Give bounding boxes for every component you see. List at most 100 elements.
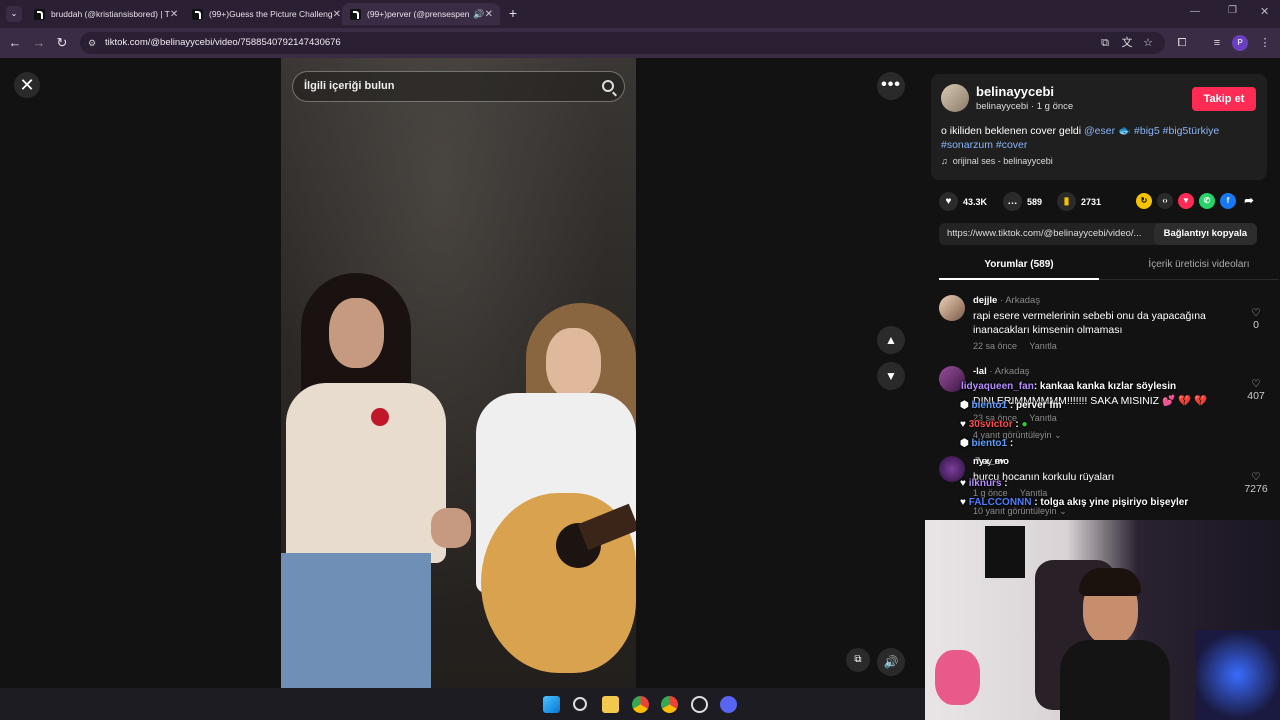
poster-frame [983, 524, 1027, 580]
minimize-icon[interactable]: — [1190, 6, 1200, 17]
more-options-button[interactable]: ••• [877, 72, 905, 100]
chrome-icon[interactable] [632, 696, 649, 713]
share-arrow-icon[interactable]: ➦ [1241, 193, 1257, 209]
reading-list-icon[interactable]: ≡ [1209, 35, 1225, 51]
comment-like[interactable]: ♡ 0 [1243, 307, 1269, 331]
chat-message: : tolga akış yine pişiriyo bişeyler [1034, 497, 1189, 508]
chat-emote-icon: ● [1021, 419, 1028, 430]
commenter-name[interactable]: -lal · Arkadaş [973, 366, 1030, 377]
neon-light [1195, 630, 1280, 720]
discord-icon[interactable] [720, 696, 737, 713]
like-button[interactable]: ♥ 43.3K [939, 192, 987, 211]
chat-user: 30svictor [968, 419, 1013, 430]
heart-outline-icon: ♡ [1251, 307, 1261, 319]
commenter-name[interactable]: dejjle · Arkadaş [973, 295, 1040, 306]
chat-user: ilknurs [968, 478, 1002, 489]
browser-tab-1[interactable]: bruddah (@kristiansisbored) | T ✕ [26, 3, 182, 25]
caption-emoji: 🐟 [1118, 125, 1132, 137]
reply-button[interactable]: Yanıtla [1029, 341, 1056, 351]
mention-link[interactable]: @eser [1084, 125, 1115, 137]
chrome-active-icon[interactable] [661, 696, 678, 713]
bookmark-star-icon[interactable]: ☆ [1140, 35, 1156, 51]
chat-badge-icon: ♥ [960, 497, 966, 508]
hashtag-link[interactable]: #big5 [1134, 125, 1160, 137]
chat-message: : [1015, 419, 1019, 430]
close-window-icon[interactable]: ✕ [1260, 5, 1269, 18]
extensions-icon[interactable]: ⧠ [1174, 35, 1190, 51]
floating-player-button[interactable]: ⧉ [846, 648, 870, 672]
repost-icon[interactable]: ↻ [1136, 193, 1152, 209]
menu-icon[interactable]: ⋮ [1257, 35, 1273, 51]
chat-user: FALCCONNN [968, 497, 1032, 508]
tab-creator-videos[interactable]: İçerik üreticisi videoları [1119, 254, 1279, 280]
hashtag-link[interactable]: #sonarzum [941, 139, 993, 151]
follow-button[interactable]: Takip et [1192, 87, 1256, 111]
heart-outline-icon: ♡ [1251, 471, 1261, 483]
author-card: belinayycebi belinayycebi · 1 g önce Tak… [931, 74, 1267, 180]
browser-tab-bar: ⌄ bruddah (@kristiansisbored) | T ✕ (99+… [0, 0, 1280, 28]
back-icon[interactable]: ← [6, 34, 24, 52]
copy-link-button[interactable]: Bağlantıyı kopyala [1153, 223, 1257, 245]
heart-icon: ♥ [939, 192, 958, 211]
search-icon[interactable] [573, 697, 587, 711]
video-search-input[interactable]: İlgili içeriği bulun [292, 71, 625, 102]
search-icon[interactable] [602, 80, 614, 92]
close-tab-icon[interactable]: ✕ [333, 9, 340, 20]
whatsapp-icon[interactable]: ✆ [1199, 193, 1215, 209]
hashtag-link[interactable]: #big5türkiye [1163, 125, 1220, 137]
close-video-button[interactable]: ✕ [14, 72, 40, 98]
translate-icon[interactable]: 文 [1119, 35, 1135, 51]
author-avatar[interactable] [941, 84, 969, 112]
music-note-icon: ♫ [941, 156, 948, 166]
bookmark-icon: ▮ [1057, 192, 1076, 211]
close-tab-icon[interactable]: ✕ [170, 9, 178, 20]
reply-button[interactable]: Yanıtla [1029, 413, 1056, 423]
windows-start-icon[interactable] [543, 696, 560, 713]
close-tab-icon[interactable]: ✕ [485, 9, 493, 20]
tab-comments[interactable]: Yorumlar (589) [939, 254, 1099, 280]
comment-text: rapi esere vermelerinin sebebi onu da ya… [973, 310, 1206, 336]
embed-icon[interactable]: ‹› [1157, 193, 1173, 209]
tab-title: bruddah (@kristiansisbored) | T [51, 9, 170, 19]
forward-icon[interactable]: → [30, 34, 48, 52]
file-explorer-icon[interactable] [602, 696, 619, 713]
sound-link[interactable]: ♫ orijinal ses - belinayycebi [941, 156, 1053, 166]
new-tab-button[interactable]: + [504, 4, 522, 22]
comment-time: 22 sa önce [973, 341, 1018, 351]
maximize-icon[interactable]: ❐ [1228, 5, 1237, 16]
url-field[interactable]: ⚙ tiktok.com/@belinayycebi/video/7588540… [80, 32, 1165, 54]
tab-search-button[interactable]: ⌄ [6, 6, 22, 22]
video-link-text: https://www.tiktok.com/@belinayycebi/vid… [947, 228, 1142, 239]
action-bar: ♥ 43.3K … 589 ▮ 2731 ↻ ‹› ▼ ✆ f ➦ [931, 192, 1269, 212]
install-app-icon[interactable]: ⧉ [1097, 35, 1113, 51]
speaker-icon[interactable]: 🔊 [473, 9, 484, 20]
comment-like[interactable]: ♡ 407 [1243, 378, 1269, 402]
obs-icon[interactable] [691, 696, 708, 713]
browser-tab-2[interactable]: (99+)Guess the Picture Challeng ✕ [184, 3, 340, 25]
comment-item: dejjle · Arkadaş rapi esere vermelerinin… [939, 295, 1269, 355]
stream-chat-line: lidyaqueen_fan: kankaa kanka kızlar söyl… [961, 381, 1177, 392]
like-count: 43.3K [963, 196, 988, 207]
reload-icon[interactable]: ↻ [53, 34, 71, 52]
previous-video-button[interactable]: ▲ [877, 326, 905, 354]
plush-toy [935, 650, 980, 705]
streamer-webcam [925, 520, 1280, 720]
comment-like[interactable]: ♡ 7276 [1243, 471, 1269, 495]
facebook-icon[interactable]: f [1220, 193, 1236, 209]
comment-button[interactable]: … 589 [1003, 192, 1042, 211]
send-icon[interactable]: ▼ [1178, 193, 1194, 209]
video-player[interactable]: İlgili içeriği bulun [281, 58, 636, 688]
hashtag-link[interactable]: #cover [996, 139, 1028, 151]
commenter-avatar[interactable] [939, 295, 965, 321]
comment-like-count: 7276 [1244, 483, 1268, 495]
volume-button[interactable]: 🔊 [877, 648, 905, 676]
streamer-hair [1079, 568, 1141, 596]
site-info-icon[interactable]: ⚙ [88, 32, 96, 54]
save-button[interactable]: ▮ 2731 [1057, 192, 1101, 211]
comment-text: burcu hocanın korkulu rüyaları [973, 471, 1115, 483]
chat-badge-icon: ♥ [960, 478, 966, 489]
profile-avatar[interactable]: P [1232, 35, 1248, 51]
author-name[interactable]: belinayycebi [976, 84, 1054, 99]
browser-tab-3[interactable]: (99+)perver (@prensespen 🔊 ✕ [342, 3, 500, 25]
next-video-button[interactable]: ▼ [877, 362, 905, 390]
